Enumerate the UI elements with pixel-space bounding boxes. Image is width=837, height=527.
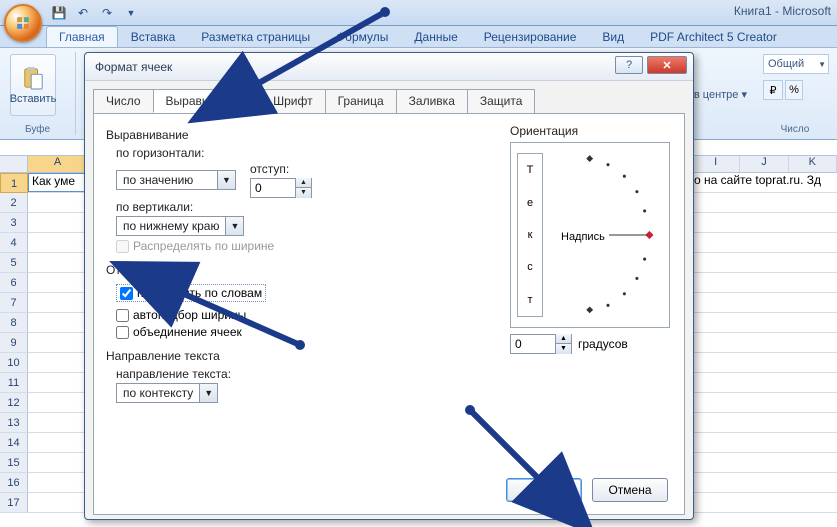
- undo-icon[interactable]: ↶: [74, 4, 92, 22]
- row-header[interactable]: 3: [0, 213, 28, 233]
- tab-border[interactable]: Граница: [325, 89, 397, 113]
- col-header-a[interactable]: A: [28, 156, 88, 172]
- row-header[interactable]: 11: [0, 373, 28, 393]
- indent-spinner[interactable]: ▲▼: [250, 178, 312, 198]
- wrap-text-checkbox[interactable]: переносить по словам: [116, 284, 266, 302]
- shrink-to-fit-input[interactable]: [116, 309, 129, 322]
- orientation-degrees-spinner[interactable]: ▲▼: [510, 334, 572, 354]
- h-align-value: по значению: [117, 173, 217, 187]
- office-button[interactable]: [4, 4, 42, 42]
- row-header[interactable]: 14: [0, 433, 28, 453]
- indent-input[interactable]: [251, 179, 295, 197]
- dialog-titlebar[interactable]: Формат ячеек ? ✕: [85, 53, 693, 81]
- justify-distributed-input: [116, 240, 129, 253]
- accounting-format-icon[interactable]: ₽: [763, 80, 783, 100]
- ok-button[interactable]: ОК: [506, 478, 582, 502]
- chevron-down-icon[interactable]: ▼: [199, 384, 217, 402]
- row-header[interactable]: 17: [0, 493, 28, 513]
- qat-customize-icon[interactable]: ▼: [122, 4, 140, 22]
- orientation-vertical-text[interactable]: Текст: [517, 153, 543, 317]
- orientation-section-title: Ориентация: [510, 124, 670, 138]
- redo-icon[interactable]: ↷: [98, 4, 116, 22]
- title-bar: 💾 ↶ ↷ ▼ Книга1 - Microsoft: [0, 0, 837, 26]
- ribbon-tab-pagelayout[interactable]: Разметка страницы: [188, 26, 323, 47]
- ribbon-tab-home[interactable]: Главная: [46, 26, 118, 47]
- spinner-up-icon[interactable]: ▲: [555, 334, 571, 344]
- row-header[interactable]: 15: [0, 453, 28, 473]
- tab-protection[interactable]: Защита: [467, 89, 536, 113]
- orientation-section: Ориентация Текст Надпись: [510, 120, 670, 354]
- tab-font[interactable]: Шрифт: [260, 89, 325, 113]
- row-header[interactable]: 16: [0, 473, 28, 493]
- number-format-combo[interactable]: Общий▼: [763, 54, 829, 74]
- row-headers: 1 2 3 4 5 6 7 8 9 10 11 12 13 14 15 16 1…: [0, 173, 28, 527]
- dialog-buttons: ОК Отмена: [506, 478, 668, 502]
- merge-cells-input[interactable]: [116, 326, 129, 339]
- number-group-label: Число: [757, 124, 833, 135]
- orientation-control[interactable]: Текст Надпись: [510, 142, 670, 328]
- row-header[interactable]: 5: [0, 253, 28, 273]
- tab-fill[interactable]: Заливка: [396, 89, 468, 113]
- dialog-title: Формат ячеек: [95, 60, 172, 74]
- quick-access-toolbar: 💾 ↶ ↷ ▼: [50, 0, 140, 25]
- ribbon-tab-data[interactable]: Данные: [401, 26, 470, 47]
- orientation-dial[interactable]: [555, 151, 661, 319]
- col-header-j[interactable]: J: [740, 156, 788, 172]
- orientation-degrees-input[interactable]: [511, 335, 555, 353]
- wrap-text-input[interactable]: [120, 287, 133, 300]
- h-align-combo[interactable]: по значению ▼: [116, 170, 236, 190]
- sheet-right-fragment: I J K о на сайте toprat.ru. Зд: [692, 155, 837, 513]
- col-header-i[interactable]: I: [692, 156, 740, 172]
- paste-label: Вставить: [10, 93, 57, 105]
- row-header[interactable]: 9: [0, 333, 28, 353]
- row-header[interactable]: 7: [0, 293, 28, 313]
- textdir-label: направление текста:: [116, 367, 672, 381]
- clipboard-group-label: Буфе: [4, 124, 71, 135]
- window-title: Книга1 - Microsoft: [734, 4, 831, 18]
- v-align-value: по нижнему краю: [117, 219, 225, 233]
- dialog-tabs: Число Выравнивание Шрифт Граница Заливка…: [85, 81, 693, 113]
- textdir-combo[interactable]: по контексту ▼: [116, 383, 218, 403]
- row-header[interactable]: 12: [0, 393, 28, 413]
- percent-format-icon[interactable]: %: [785, 80, 803, 100]
- spinner-down-icon[interactable]: ▼: [555, 344, 571, 354]
- paste-button[interactable]: Вставить: [10, 54, 56, 116]
- number-group-fragment: Общий▼ ₽ % Число: [757, 52, 837, 135]
- ribbon-tab-view[interactable]: Вид: [589, 26, 637, 47]
- v-align-combo[interactable]: по нижнему краю ▼: [116, 216, 244, 236]
- tab-alignment[interactable]: Выравнивание: [153, 89, 262, 113]
- orientation-degrees-label: градусов: [578, 337, 628, 351]
- dialog-help-button[interactable]: ?: [615, 56, 643, 74]
- ribbon-tab-pdf[interactable]: PDF Architect 5 Creator: [637, 26, 790, 47]
- ribbon-tabs: Главная Вставка Разметка страницы Формул…: [0, 26, 837, 48]
- spinner-down-icon[interactable]: ▼: [295, 188, 311, 198]
- clipboard-group: Вставить Буфе: [4, 52, 76, 135]
- cell-a1[interactable]: Как уме: [28, 173, 88, 192]
- dialog-panel: Выравнивание по горизонтали: по значению…: [93, 113, 685, 515]
- chevron-down-icon[interactable]: ▼: [217, 171, 235, 189]
- dialog-close-button[interactable]: ✕: [647, 56, 687, 74]
- merge-center-fragment[interactable]: в центре ▾: [694, 88, 747, 101]
- row-header[interactable]: 2: [0, 193, 28, 213]
- cell-right-row1[interactable]: о на сайте toprat.ru. Зд: [692, 173, 837, 193]
- textdir-value: по контексту: [117, 386, 199, 400]
- tab-number[interactable]: Число: [93, 89, 154, 113]
- col-header-k[interactable]: K: [789, 156, 837, 172]
- format-cells-dialog: Формат ячеек ? ✕ Число Выравнивание Шриф…: [84, 52, 694, 520]
- ribbon-tab-review[interactable]: Рецензирование: [471, 26, 590, 47]
- row-header[interactable]: 8: [0, 313, 28, 333]
- indent-label: отступ:: [250, 162, 312, 176]
- row-header[interactable]: 10: [0, 353, 28, 373]
- cancel-button[interactable]: Отмена: [592, 478, 668, 502]
- row-header[interactable]: 6: [0, 273, 28, 293]
- row-header[interactable]: 4: [0, 233, 28, 253]
- row-header-1[interactable]: 1: [0, 173, 28, 193]
- save-icon[interactable]: 💾: [50, 4, 68, 22]
- ribbon-tab-formulas[interactable]: Формулы: [323, 26, 401, 47]
- row-header[interactable]: 13: [0, 413, 28, 433]
- ribbon-tab-insert[interactable]: Вставка: [118, 26, 189, 47]
- spinner-up-icon[interactable]: ▲: [295, 178, 311, 188]
- chevron-down-icon[interactable]: ▼: [225, 217, 243, 235]
